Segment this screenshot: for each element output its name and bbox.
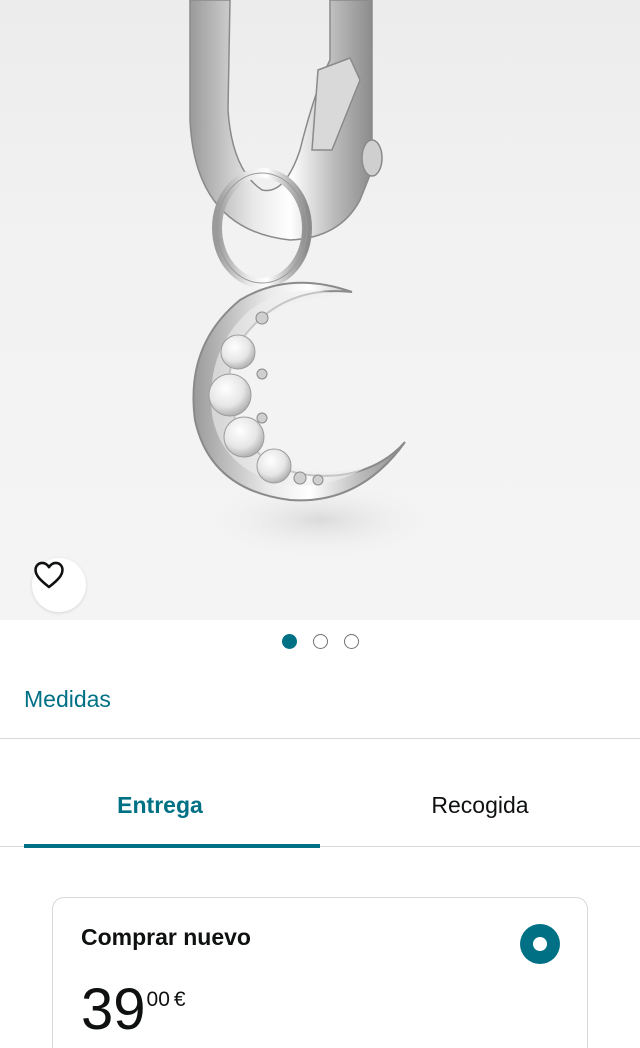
fulfillment-tabs: Entrega Recogida [0,770,640,848]
carousel-dot[interactable] [281,633,297,649]
divider [0,738,640,739]
carousel-pagination [0,632,640,650]
heart-icon [34,561,64,589]
price: 39 00 € [81,978,186,1042]
wishlist-button[interactable] [32,558,86,612]
buy-new-option[interactable]: Comprar nuevo 39 00 € [52,897,588,1048]
radio-selected-icon[interactable] [520,924,560,964]
tab-pickup[interactable]: Recogida [320,770,640,846]
product-image[interactable] [0,0,640,620]
radio-dot [533,937,547,951]
measures-link[interactable]: Medidas [24,686,111,713]
active-tab-indicator [24,844,320,848]
moon-charm-image [189,0,440,560]
buy-option-title: Comprar nuevo [81,924,251,950]
tab-delivery[interactable]: Entrega [0,770,320,846]
carousel-dot[interactable] [312,633,328,649]
price-fraction: 00 [146,988,170,1011]
price-currency: € [173,988,186,1011]
price-whole: 39 [81,977,146,1042]
carousel-dot[interactable] [343,633,359,649]
